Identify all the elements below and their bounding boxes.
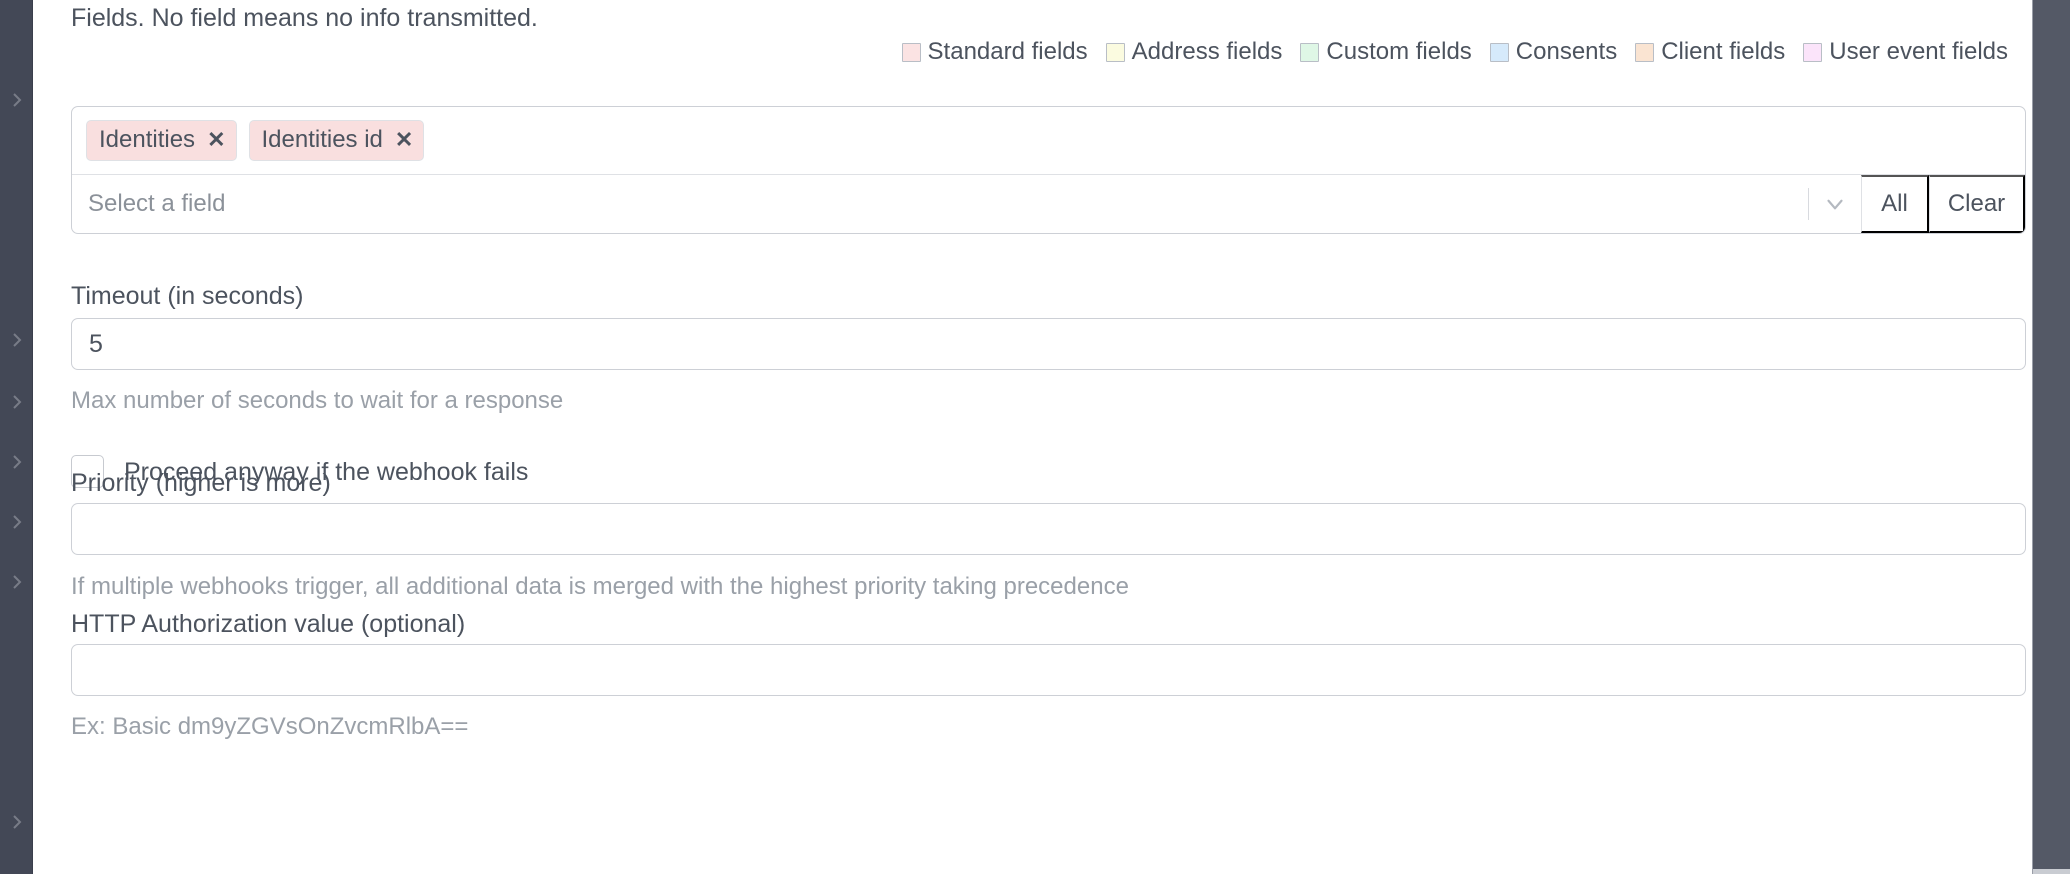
legend-item-custom-fields: Custom fields — [1300, 37, 1472, 67]
chevron-right-icon[interactable] — [7, 572, 27, 592]
chevron-down-icon[interactable] — [1809, 175, 1861, 233]
field-type-legend: Standard fields Address fields Custom fi… — [71, 37, 2026, 67]
swatch-address-fields — [1105, 42, 1125, 62]
field-select-row: All Clear — [72, 175, 2025, 233]
chevron-right-icon[interactable] — [7, 330, 27, 350]
legend-item-client-fields: Client fields — [1635, 37, 1785, 67]
swatch-custom-fields — [1300, 42, 1320, 62]
http-authorization-help-text: Ex: Basic dm9yZGVsOnZvcmRlbA== — [71, 713, 469, 740]
timeout-label: Timeout (in seconds) — [71, 282, 304, 310]
tag-identities[interactable]: Identities ✕ — [86, 120, 237, 161]
legend-item-consents: Consents — [1489, 37, 1618, 67]
legend-label: Standard fields — [927, 38, 1088, 65]
chevron-right-icon[interactable] — [7, 90, 27, 110]
webhook-settings-form: Fields. No field means no info transmitt… — [33, 0, 2032, 874]
chevron-right-icon[interactable] — [7, 812, 27, 832]
legend-label: Custom fields — [1326, 38, 1472, 65]
select-a-field-input[interactable] — [72, 175, 1808, 233]
intro-text: Fields. No field means no info transmitt… — [71, 4, 538, 32]
tag-label: Identities id — [261, 126, 383, 153]
swatch-consents — [1489, 42, 1509, 62]
swatch-client-fields — [1635, 42, 1655, 62]
selected-fields-tag-list: Identities ✕ Identities id ✕ — [72, 107, 2025, 175]
timeout-input[interactable] — [71, 318, 2026, 370]
field-selector: Identities ✕ Identities id ✕ All Clear — [71, 106, 2026, 234]
chevron-right-icon[interactable] — [7, 452, 27, 472]
clear-fields-button[interactable]: Clear — [1929, 175, 2025, 233]
close-icon[interactable]: ✕ — [395, 129, 413, 151]
legend-item-address-fields: Address fields — [1105, 37, 1283, 67]
left-rail — [0, 0, 33, 874]
select-all-fields-button[interactable]: All — [1861, 175, 1929, 233]
timeout-help-text: Max number of seconds to wait for a resp… — [71, 387, 564, 414]
priority-help-text: If multiple webhooks trigger, all additi… — [71, 573, 1129, 600]
page-root: Fields. No field means no info transmitt… — [0, 0, 2070, 874]
priority-input[interactable] — [71, 503, 2026, 555]
legend-label: User event fields — [1829, 38, 2008, 65]
priority-label: Priority (higher is more) — [71, 469, 331, 497]
tag-identities-id[interactable]: Identities id ✕ — [248, 120, 425, 161]
legend-label: Consents — [1515, 38, 1618, 65]
legend-item-user-event-fields: User event fields — [1803, 37, 2008, 67]
http-authorization-input[interactable] — [71, 644, 2026, 696]
right-rail — [2032, 0, 2070, 874]
chevron-right-icon[interactable] — [7, 512, 27, 532]
legend-label: Client fields — [1661, 38, 1786, 65]
legend-label: Address fields — [1131, 38, 1283, 65]
tag-label: Identities — [99, 126, 196, 153]
close-icon[interactable]: ✕ — [207, 129, 225, 151]
legend-item-standard-fields: Standard fields — [901, 37, 1088, 67]
swatch-standard-fields — [901, 42, 921, 62]
swatch-user-event-fields — [1803, 42, 1823, 62]
http-authorization-label: HTTP Authorization value (optional) — [71, 610, 466, 638]
chevron-right-icon[interactable] — [7, 392, 27, 412]
